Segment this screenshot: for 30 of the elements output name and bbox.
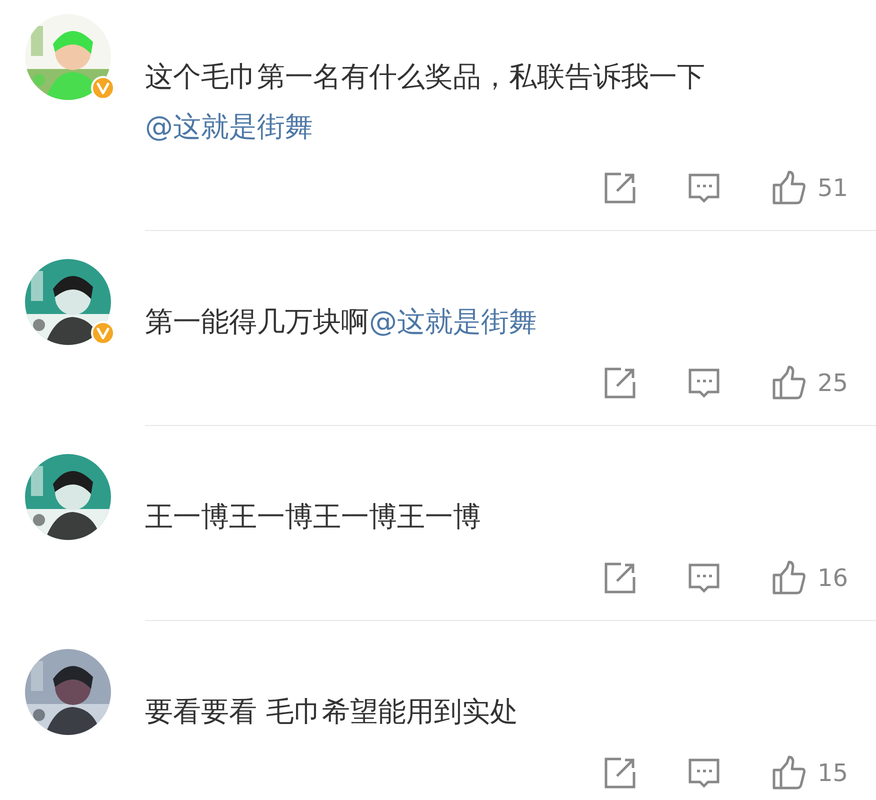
like-button[interactable]: 25 <box>771 365 848 401</box>
thumbs-up-icon <box>771 755 808 791</box>
comment-icon <box>687 561 722 595</box>
like-button[interactable]: 51 <box>771 170 848 206</box>
share-button[interactable] <box>603 171 638 205</box>
mention-link[interactable]: @这就是街舞 <box>369 305 537 338</box>
reply-button[interactable] <box>687 756 722 790</box>
reply-button[interactable] <box>687 366 722 400</box>
comment-icon <box>687 366 722 400</box>
thumbs-up-icon <box>771 170 808 206</box>
reply-button[interactable] <box>687 171 722 205</box>
comment-icon <box>687 171 722 205</box>
like-button[interactable]: 16 <box>771 560 848 596</box>
comment-text: 第一能得几万块啊@这就是街舞 <box>145 304 538 340</box>
comment-icon <box>687 756 722 790</box>
reply-button[interactable] <box>687 561 722 595</box>
share-icon <box>603 756 638 790</box>
mention-link[interactable]: @这就是街舞 <box>145 110 313 143</box>
comment-text: 要看要看 毛巾希望能用到实处 <box>145 694 519 730</box>
share-button[interactable] <box>603 366 638 400</box>
comment-text: 这个毛巾第一名有什么奖品，私联告诉我一下 @这就是街舞 <box>145 59 706 145</box>
share-icon <box>603 366 638 400</box>
share-icon <box>603 561 638 595</box>
like-button[interactable]: 15 <box>771 755 848 791</box>
thumbs-up-icon <box>771 365 808 401</box>
share-button[interactable] <box>603 756 638 790</box>
thumbs-up-icon <box>771 560 808 596</box>
comment-text: 王一博王一博王一博王一博 <box>145 499 482 535</box>
share-icon <box>603 171 638 205</box>
share-button[interactable] <box>603 561 638 595</box>
